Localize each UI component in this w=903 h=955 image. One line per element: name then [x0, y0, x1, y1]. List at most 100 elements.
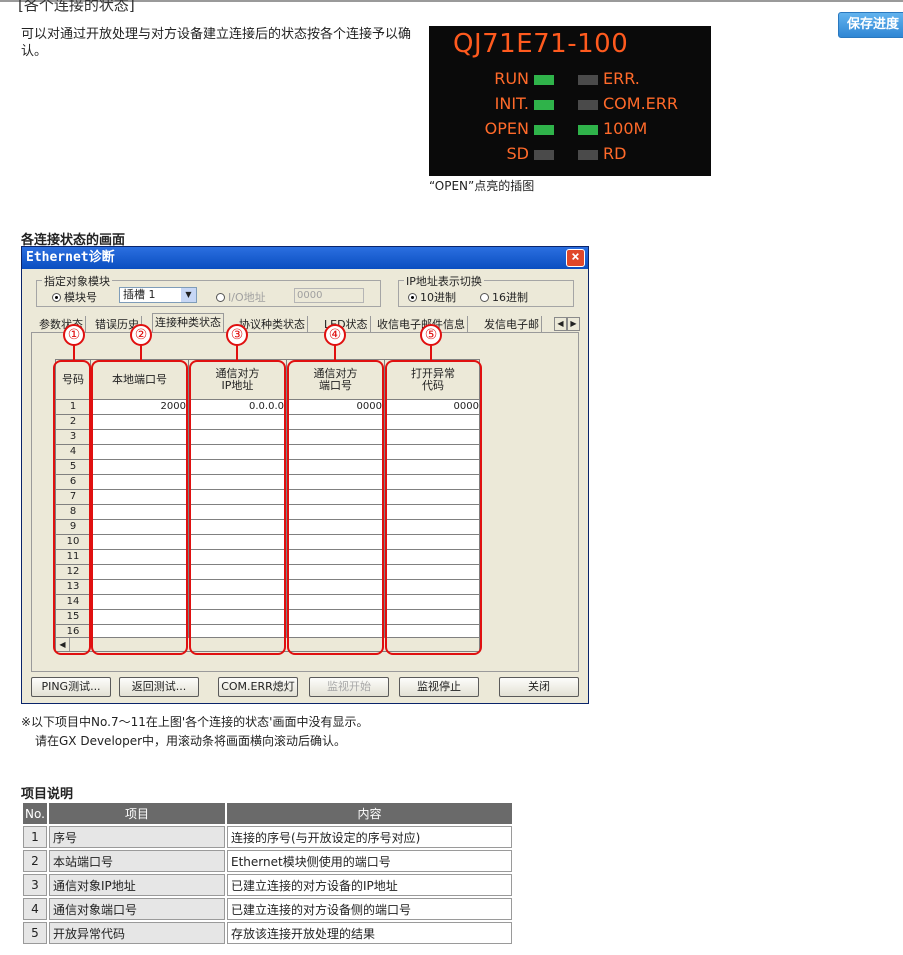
table-cell	[189, 490, 286, 505]
items-cell-content: 已建立连接的对方设备的IP地址	[227, 874, 512, 896]
ping-test-button[interactable]: PING测试...	[31, 677, 111, 697]
table-cell	[385, 565, 479, 580]
items-header-item: 项目	[49, 803, 225, 824]
row-number: 1	[56, 400, 90, 415]
table-cell	[189, 550, 286, 565]
chevron-down-icon[interactable]: ▼	[181, 288, 196, 302]
close-button[interactable]: 关闭	[499, 677, 579, 697]
intro-text: 可以对通过开放处理与对方设备建立连接后的状态按各个连接予以确认。	[21, 27, 412, 59]
header-open-error-code: 打开异常 代码	[385, 360, 479, 400]
table-cell	[287, 445, 384, 460]
top-divider	[0, 0, 903, 2]
row-number: 11	[56, 550, 90, 565]
callout-number-4: ④	[324, 324, 346, 346]
table-cell: 0000	[385, 400, 479, 415]
table-cell	[91, 460, 188, 475]
row-number: 8	[56, 505, 90, 520]
column-open-error-code: 打开异常 代码 0000	[385, 360, 479, 651]
row-number: 7	[56, 490, 90, 505]
close-icon[interactable]: ×	[566, 249, 585, 267]
table-cell	[287, 490, 384, 505]
led-indicator	[578, 100, 598, 110]
arrow-left-icon[interactable]: ◀	[554, 317, 567, 331]
table-row: 1 序号 连接的序号(与开放设定的序号对应)	[23, 826, 512, 848]
table-row: 3 通信对象IP地址 已建立连接的对方设备的IP地址	[23, 874, 512, 896]
column-remote-ip: 通信对方 IP地址 0.0.0.0	[189, 360, 287, 651]
led-label: ERR.	[603, 69, 640, 88]
table-cell	[385, 580, 479, 595]
table-cell	[189, 475, 286, 490]
table-row: 4 通信对象端口号 已建立连接的对方设备侧的端口号	[23, 898, 512, 920]
row-number: 12	[56, 565, 90, 580]
table-cell	[287, 505, 384, 520]
table-cell	[287, 535, 384, 550]
save-progress-button[interactable]: 保存进度	[838, 12, 903, 38]
row-number: 2	[56, 415, 90, 430]
header-remote-ip: 通信对方 IP地址	[189, 360, 286, 400]
com-err-off-button[interactable]: COM.ERR熄灯	[218, 677, 298, 697]
table-cell	[287, 565, 384, 580]
led-label: RUN	[494, 69, 529, 88]
tab-protocol-status[interactable]: 协议种类状态	[237, 316, 308, 333]
led-label: COM.ERR	[603, 94, 678, 113]
items-cell-item: 本站端口号	[49, 850, 225, 872]
horizontal-scrollbar[interactable]: ◀	[56, 637, 479, 651]
monitor-start-button[interactable]: 监视开始	[309, 677, 389, 697]
tab-sent-email[interactable]: 发信电子邮	[482, 316, 542, 333]
items-title: 项目说明	[21, 787, 74, 802]
monitor-stop-button[interactable]: 监视停止	[399, 677, 479, 697]
items-cell-content: 已建立连接的对方设备侧的端口号	[227, 898, 512, 920]
table-cell	[91, 580, 188, 595]
radio-hexadecimal[interactable]: 16进制	[480, 289, 528, 305]
items-cell-no: 3	[23, 874, 47, 896]
dialog-title: Ethernet诊断	[26, 250, 115, 265]
table-cell	[385, 595, 479, 610]
callout-number-5: ⑤	[420, 324, 442, 346]
slot-select[interactable]: 插槽 1 ▼	[119, 287, 197, 303]
column-number: 号码 1 2 3 4 5 6 7 8 9 10 11 12 13 14 15 16	[56, 360, 91, 651]
table-cell: 0000	[287, 400, 384, 415]
io-address-field[interactable]: 0000	[294, 288, 364, 303]
row-number: 10	[56, 535, 90, 550]
led-indicator	[534, 100, 554, 110]
table-cell	[91, 490, 188, 505]
table-cell	[287, 520, 384, 535]
table-cell	[189, 565, 286, 580]
table-cell	[385, 430, 479, 445]
led-panel-caption: “OPEN”点亮的插图	[429, 179, 535, 193]
table-cell	[91, 550, 188, 565]
row-number: 5	[56, 460, 90, 475]
led-indicator	[578, 75, 598, 85]
radio-decimal[interactable]: 10进制	[408, 289, 456, 305]
footnote-line-2: 请在GX Developer中，用滚动条将画面横向滚动后确认。	[35, 734, 347, 748]
table-cell	[287, 550, 384, 565]
radio-io-address[interactable]: I/O地址	[216, 289, 266, 305]
loopback-test-button[interactable]: 返回测试...	[119, 677, 199, 697]
items-cell-no: 4	[23, 898, 47, 920]
tab-connection-status[interactable]: 连接种类状态	[152, 313, 224, 333]
led-panel-model: QJ71E71-100	[453, 29, 629, 59]
led-label: RD	[603, 144, 627, 163]
table-cell	[91, 610, 188, 625]
arrow-left-icon[interactable]: ◀	[56, 638, 70, 651]
table-cell	[287, 610, 384, 625]
radio-module-number[interactable]: 模块号	[52, 289, 97, 305]
callout-number-2: ②	[130, 324, 152, 346]
led-label: 100M	[603, 119, 648, 138]
table-cell	[385, 610, 479, 625]
header-number: 号码	[56, 360, 90, 400]
table-cell	[91, 475, 188, 490]
table-cell	[91, 565, 188, 580]
arrow-right-icon[interactable]: ▶	[567, 317, 580, 331]
items-cell-item: 序号	[49, 826, 225, 848]
callout-number-1: ①	[63, 324, 85, 346]
column-local-port: 本地端口号 2000	[91, 360, 189, 651]
section-title: [各个连接的状态]	[18, 0, 135, 14]
table-cell: 2000	[91, 400, 188, 415]
led-indicator	[534, 150, 554, 160]
items-cell-content: 连接的序号(与开放设定的序号对应)	[227, 826, 512, 848]
items-cell-no: 2	[23, 850, 47, 872]
footnote-line-1: ※以下项目中No.7～11在上图'各个连接的状态'画面中没有显示。	[21, 715, 369, 729]
items-cell-no: 5	[23, 922, 47, 944]
items-cell-item: 通信对象IP地址	[49, 874, 225, 896]
